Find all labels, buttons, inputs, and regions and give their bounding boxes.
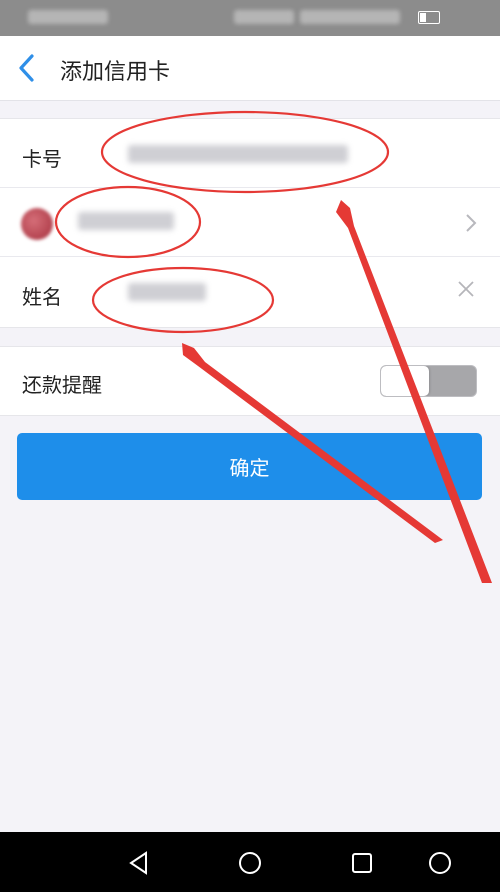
triangle-back-icon[interactable] xyxy=(126,850,152,876)
status-bar-carrier xyxy=(28,10,108,24)
bank-name-value xyxy=(78,212,174,230)
repayment-reminder-row: 还款提醒 xyxy=(0,346,500,416)
repayment-reminder-label: 还款提醒 xyxy=(22,373,102,397)
circle-assist-icon[interactable] xyxy=(427,850,453,876)
status-bar-signal xyxy=(300,10,400,24)
card-number-input[interactable] xyxy=(128,145,348,163)
bank-select-row[interactable] xyxy=(0,188,500,257)
system-nav-bar xyxy=(0,832,500,892)
chevron-right-icon xyxy=(466,214,477,232)
name-input[interactable] xyxy=(128,283,206,301)
card-form: 卡号 姓名 xyxy=(0,118,500,328)
battery-icon xyxy=(418,11,440,24)
chevron-left-icon xyxy=(19,54,34,82)
back-button[interactable] xyxy=(16,52,46,84)
status-bar xyxy=(0,0,500,36)
circle-home-icon[interactable] xyxy=(237,850,263,876)
card-number-row[interactable]: 卡号 xyxy=(0,119,500,188)
status-bar-icons xyxy=(234,10,294,24)
card-number-label: 卡号 xyxy=(22,147,62,171)
confirm-button[interactable]: 确定 xyxy=(17,433,482,500)
square-recent-icon[interactable] xyxy=(349,850,375,876)
name-label: 姓名 xyxy=(22,285,62,309)
header: 添加信用卡 xyxy=(0,36,500,101)
page-title: 添加信用卡 xyxy=(60,60,171,85)
name-row[interactable]: 姓名 xyxy=(0,257,500,326)
close-icon[interactable] xyxy=(456,279,476,299)
toggle-knob xyxy=(381,366,429,396)
repayment-reminder-toggle[interactable] xyxy=(380,365,477,397)
bank-logo-icon xyxy=(21,208,53,240)
